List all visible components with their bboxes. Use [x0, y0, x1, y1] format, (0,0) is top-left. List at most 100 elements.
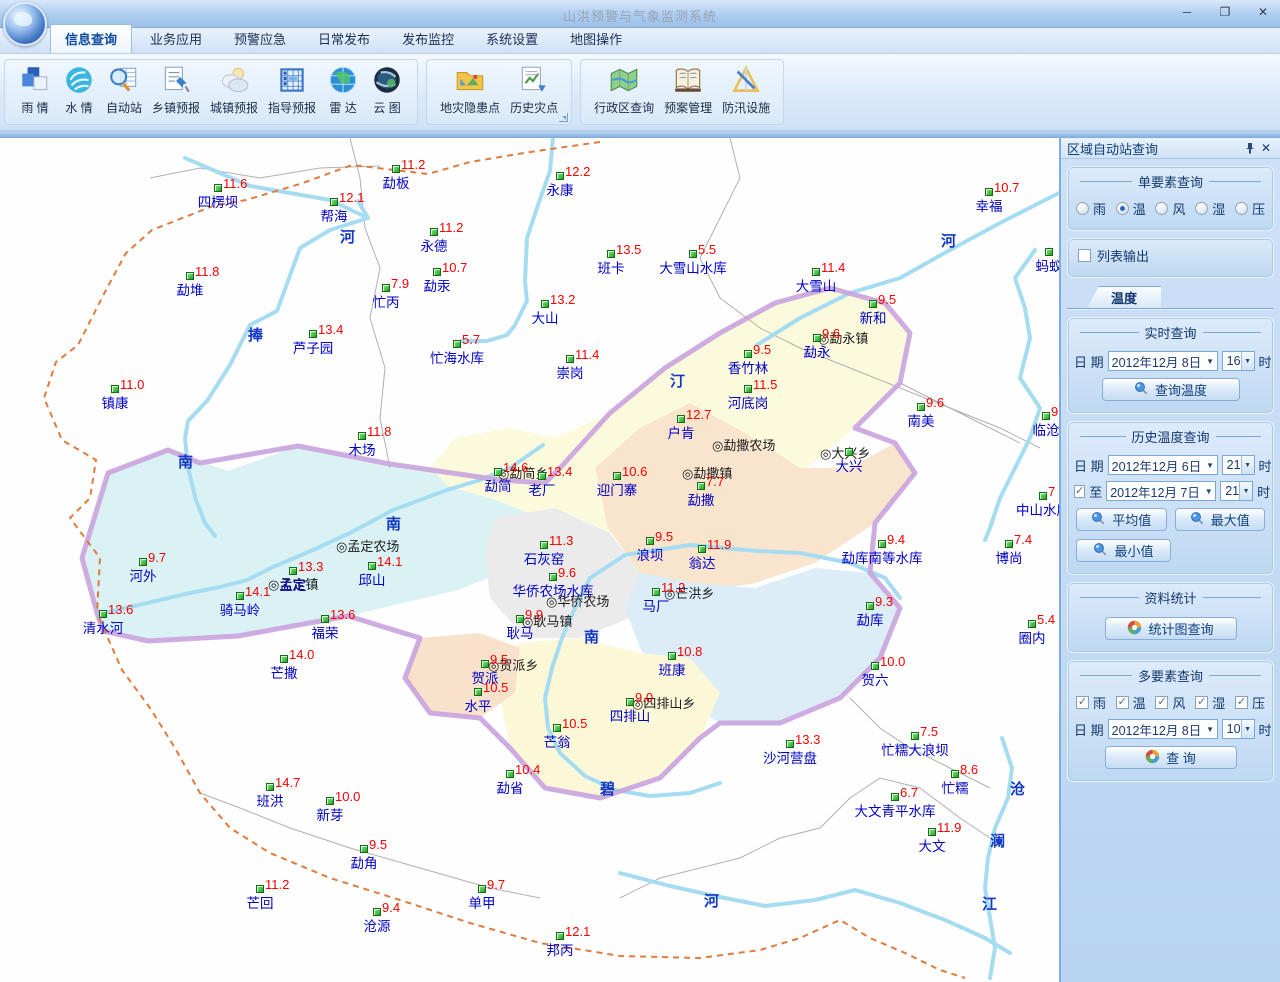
checkbox-icon[interactable]	[1116, 696, 1129, 709]
maximize-button[interactable]: ❐	[1214, 4, 1236, 20]
chevron-down-icon[interactable]: ▼	[1204, 461, 1217, 470]
history-to-checkbox[interactable]	[1074, 485, 1085, 498]
radio-icon[interactable]	[1076, 202, 1089, 215]
toolbar-button-planbook[interactable]: 预案管理	[664, 63, 712, 116]
station-temperature-value: 14.6	[503, 460, 528, 475]
radio-icon[interactable]	[1195, 202, 1208, 215]
toolbar-group-1: 雨 情水 情自动站乡镇预报城镇预报指导预报雷 达云 图	[4, 59, 418, 125]
pin-icon[interactable]	[1242, 140, 1258, 156]
toolbar-button-townforecast[interactable]: 城镇预报	[210, 63, 258, 116]
toolbar-button-historydisaster[interactable]: 历史灾点	[510, 63, 558, 116]
multi-element-checkbox-1[interactable]: 雨	[1076, 693, 1106, 712]
station-name-label: 芒撒	[271, 662, 298, 682]
tab-temperature[interactable]: 温度	[1087, 286, 1161, 308]
max-value-button[interactable]: 最大值	[1175, 508, 1266, 531]
realtime-hour-select[interactable]: 16▼	[1222, 351, 1255, 371]
element-radio-5[interactable]: 压	[1235, 199, 1265, 218]
radio-icon[interactable]	[1155, 202, 1168, 215]
toolbar-button-radar[interactable]: 雷 达	[326, 63, 360, 116]
toolbar-button-rain[interactable]: 雨 情	[18, 63, 52, 116]
element-radio-2[interactable]: 温	[1116, 199, 1146, 218]
multi-hour-select[interactable]: 10▼	[1222, 719, 1255, 739]
radio-label: 风	[1172, 199, 1185, 218]
station-temperature-value: 10.0	[880, 654, 905, 669]
checkbox-label: 湿	[1212, 693, 1225, 712]
main-tab-3[interactable]: 预警应急	[220, 25, 300, 53]
panel-close-icon[interactable]: ✕	[1258, 140, 1274, 156]
main-tab-2[interactable]: 业务应用	[136, 25, 216, 53]
main-tab-6[interactable]: 系统设置	[472, 25, 552, 53]
checkbox-icon[interactable]	[1155, 696, 1168, 709]
close-button[interactable]: ✕	[1252, 4, 1274, 20]
toolbar-button-township[interactable]: 乡镇预报	[152, 63, 200, 116]
radio-icon[interactable]	[1116, 202, 1129, 215]
element-radio-4[interactable]: 湿	[1195, 199, 1225, 218]
statistics-chart-query-button[interactable]: 统计图查询	[1105, 617, 1237, 640]
toolbar-button-cloudmap[interactable]: 云 图	[370, 63, 404, 116]
chevron-down-icon[interactable]: ▼	[1241, 352, 1254, 370]
history-end-date-select[interactable]: 2012年12月 7日▼	[1106, 481, 1216, 501]
element-radio-1[interactable]: 雨	[1076, 199, 1106, 218]
realtime-date-select[interactable]: 2012年12月 8日▼	[1108, 351, 1218, 371]
station-name-label: 勐库南等水库	[842, 547, 923, 567]
checkbox-icon[interactable]	[1195, 696, 1208, 709]
toolbar-button-label: 乡镇预报	[152, 99, 200, 116]
chevron-down-icon[interactable]: ▼	[1241, 720, 1254, 738]
multi-element-checkbox-3[interactable]: 风	[1155, 693, 1185, 712]
history-end-hour-select[interactable]: 21▼	[1220, 481, 1253, 501]
station-name-label: 马厂	[643, 595, 670, 615]
list-output-option[interactable]: 列表输出	[1074, 242, 1267, 269]
station-name-label: 孟定	[280, 574, 307, 594]
min-value-button[interactable]: 最小值	[1076, 539, 1171, 562]
chevron-down-icon[interactable]: ▼	[1239, 482, 1252, 500]
main-tab-4[interactable]: 日常发布	[304, 25, 384, 53]
list-output-label: 列表输出	[1097, 246, 1149, 265]
chevron-down-icon[interactable]: ▼	[1204, 725, 1217, 734]
list-output-checkbox[interactable]	[1078, 249, 1091, 262]
main-tab-1[interactable]: 信息查询	[50, 24, 132, 53]
history-start-hour-select[interactable]: 21▼	[1222, 455, 1255, 475]
minimize-button[interactable]: ─	[1176, 4, 1198, 20]
history-start-date-select[interactable]: 2012年12月 6日▼	[1108, 455, 1218, 475]
checkbox-icon[interactable]	[1076, 696, 1089, 709]
hour-suffix: 时	[1259, 352, 1272, 371]
station-temperature-value: 9.4	[382, 900, 400, 915]
search-icon	[1091, 511, 1106, 529]
multi-element-checkbox-5[interactable]: 压	[1235, 693, 1265, 712]
toolbar-button-water[interactable]: 水 情	[62, 63, 96, 116]
toolbar-button-autostation[interactable]: 自动站	[106, 63, 142, 116]
toolbar-button-geohazard[interactable]: 地灾隐患点	[440, 63, 500, 116]
guide-icon	[275, 63, 309, 97]
main-tab-5[interactable]: 发布监控	[388, 25, 468, 53]
station-name-label: 华侨农场水库	[513, 580, 594, 600]
toolbar-button-floodfacility[interactable]: 防汛设施	[722, 63, 770, 116]
station-temperature-value: 9.6	[558, 565, 576, 580]
history-date-label: 日 期	[1074, 456, 1104, 475]
station-temperature-value: 11.4	[575, 347, 599, 362]
average-value-button[interactable]: 平均值	[1076, 508, 1167, 531]
toolbar-button-label: 历史灾点	[510, 99, 558, 116]
planbook-icon	[671, 63, 705, 97]
toolbar-button-guide[interactable]: 指导预报	[268, 63, 316, 116]
chevron-down-icon[interactable]: ▼	[1202, 487, 1215, 496]
chevron-down-icon[interactable]: ▼	[1241, 456, 1254, 474]
chevron-down-icon[interactable]: ▼	[1204, 357, 1217, 366]
toolbar-button-adminregion[interactable]: 行政区查询	[594, 63, 654, 116]
station-temperature-value: 9.3	[875, 594, 893, 609]
multi-query-button[interactable]: 查 询	[1105, 746, 1237, 769]
list-output-group: 列表输出	[1067, 238, 1274, 278]
cloudmap-icon	[370, 63, 404, 97]
station-name-label: 临沧	[1033, 419, 1060, 439]
multi-date-select[interactable]: 2012年12月 8日▼	[1108, 719, 1218, 739]
multi-element-checkbox-4[interactable]: 湿	[1195, 693, 1225, 712]
query-temperature-button[interactable]: 查询温度	[1102, 378, 1240, 401]
main-tab-7[interactable]: 地图操作	[556, 25, 636, 53]
rain-icon	[18, 63, 52, 97]
checkbox-icon[interactable]	[1235, 696, 1248, 709]
group-expander-icon[interactable]	[559, 113, 568, 122]
map-viewport[interactable]: ◎勐永镇◎勐撒农场◎勐撒镇◎大兴乡◎勐简乡◎孟定农场◎孟定镇◎华侨农场◎芒洪乡◎…	[0, 138, 1059, 982]
element-radio-3[interactable]: 风	[1155, 199, 1185, 218]
radio-icon[interactable]	[1235, 202, 1248, 215]
river-label: 汀	[670, 370, 685, 391]
multi-element-checkbox-2[interactable]: 温	[1116, 693, 1146, 712]
